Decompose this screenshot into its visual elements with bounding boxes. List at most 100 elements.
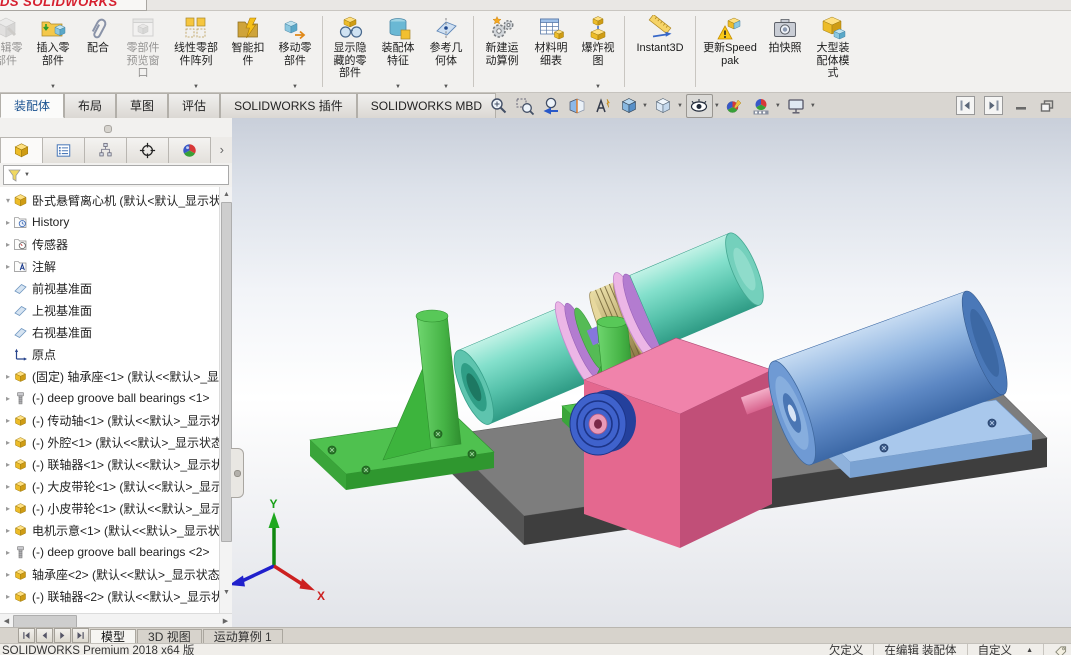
expand-arrow[interactable]: ▸: [3, 548, 13, 557]
display-manager-tab[interactable]: [169, 137, 211, 164]
display-style-dropdown[interactable]: ▼: [677, 103, 683, 109]
property-manager-tab[interactable]: [43, 137, 85, 164]
insert-component-button[interactable]: 插入零部件 ▼: [30, 11, 76, 92]
tab-evaluate[interactable]: 评估: [168, 93, 221, 118]
panel-splitter-handle[interactable]: [231, 448, 244, 498]
show-hidden-components-button[interactable]: 显示隐藏的零部件: [327, 11, 373, 92]
tree-item-component[interactable]: ▸ (-) deep groove ball bearings <2>: [0, 541, 219, 563]
tree-item-component[interactable]: ▸ (-) 大皮带轮<1> (默认<<默认>_显示状态: [0, 475, 219, 497]
tab-sketch[interactable]: 草图: [116, 93, 169, 118]
configuration-manager-tab[interactable]: [85, 137, 127, 164]
featuremanager-tree-tab[interactable]: [0, 137, 43, 164]
scroll-right-arrow[interactable]: ▶: [219, 615, 232, 628]
edit-appearance-button[interactable]: [723, 95, 748, 117]
expand-arrow[interactable]: ▸: [3, 592, 13, 601]
move-component-button[interactable]: 移动零部件 ▼: [272, 11, 318, 92]
previous-view-button[interactable]: [538, 95, 563, 117]
assembly-features-button[interactable]: 装配体特征 ▼: [375, 11, 421, 92]
tree-item-origin[interactable]: 原点: [0, 343, 219, 365]
custom-status-label[interactable]: 自定义: [978, 644, 1013, 655]
panel-splitter-dot[interactable]: [104, 125, 112, 133]
display-style-button[interactable]: [651, 95, 676, 117]
tree-item-component[interactable]: ▸ (-) 外腔<1> (默认<<默认>_显示状态: [0, 431, 219, 453]
smart-fasteners-button[interactable]: 智能扣件: [226, 11, 270, 92]
new-motion-study-button[interactable]: 新建运动算例: [478, 11, 526, 92]
tab-layout[interactable]: 布局: [64, 93, 117, 118]
tree-root-assembly[interactable]: ▾ 卧式悬臂离心机 (默认<默认_显示状态: [0, 189, 219, 211]
linear-pattern-button[interactable]: 线性零部件阵列 ▼: [168, 11, 224, 92]
view-orientation-button[interactable]: [616, 95, 641, 117]
take-snapshot-button[interactable]: 拍快照: [762, 11, 808, 92]
zoom-area-button[interactable]: [512, 95, 537, 117]
hide-show-items-button[interactable]: [685, 94, 713, 118]
tab-assembly[interactable]: 装配体: [0, 93, 65, 118]
update-speedpak-button[interactable]: 更新Speedpak: [700, 11, 760, 92]
previous-tab-button[interactable]: [36, 628, 53, 643]
tree-item-component[interactable]: ▸ 电机示意<1> (默认<<默认>_显示状态: [0, 519, 219, 541]
tree-item-sensors[interactable]: ▸ 传感器: [0, 233, 219, 255]
tree-filter-input[interactable]: ▼: [3, 165, 229, 185]
graphics-viewport[interactable]: Y Z X: [220, 118, 1071, 627]
motion-study-tab[interactable]: 运动算例 1: [202, 629, 283, 644]
filter-dropdown-arrow[interactable]: ▼: [24, 172, 30, 178]
tree-horizontal-scrollbar[interactable]: ◀ ▶: [0, 613, 232, 628]
expand-arrow[interactable]: ▸: [3, 526, 13, 535]
tree-item-component[interactable]: ▸ (-) 小皮带轮<1> (默认<<默认>_显示状态: [0, 497, 219, 519]
dropdown-arrow[interactable]: ▼: [595, 84, 601, 92]
dropdown-arrow[interactable]: ▼: [193, 84, 199, 92]
hide-show-items-dropdown[interactable]: ▼: [714, 103, 720, 109]
apply-scene-button[interactable]: [749, 95, 774, 117]
tree-item-component[interactable]: ▸ (-) 传动轴<1> (默认<<默认>_显示状态: [0, 409, 219, 431]
collapse-left-button[interactable]: [956, 96, 975, 115]
model-tab[interactable]: 模型: [90, 629, 137, 644]
annotation-visibility-button[interactable]: [590, 95, 615, 117]
expand-arrow[interactable]: ▸: [3, 218, 13, 227]
expand-arrow[interactable]: ▾: [3, 196, 13, 205]
instant3d-button[interactable]: Instant3D: [629, 11, 691, 92]
view-settings-button[interactable]: [784, 95, 809, 117]
restore-button[interactable]: [1038, 97, 1055, 114]
view-orientation-dropdown[interactable]: ▼: [642, 103, 648, 109]
expand-arrow[interactable]: ▸: [3, 438, 13, 447]
tab-solidworks-addins[interactable]: SOLIDWORKS 插件: [220, 93, 357, 118]
panel-flyout-arrow[interactable]: ›: [212, 137, 232, 163]
expand-arrow[interactable]: ▸: [3, 240, 13, 249]
assembly-model[interactable]: Y Z X: [220, 118, 1071, 627]
tree-vertical-scrollbar[interactable]: ▲ ▼: [219, 187, 233, 613]
mate-button[interactable]: 配合: [78, 11, 118, 92]
tree-item-top-plane[interactable]: 上视基准面: [0, 299, 219, 321]
dropdown-arrow[interactable]: ▼: [443, 84, 449, 92]
large-assembly-mode-button[interactable]: 大型装配体模式: [810, 11, 856, 92]
horizontal-scroll-thumb[interactable]: [13, 614, 77, 628]
tree-item-component[interactable]: ▸ (固定) 轴承座<1> (默认<<默认>_显示状态: [0, 365, 219, 387]
dimxpert-manager-tab[interactable]: [127, 137, 169, 164]
next-tab-button[interactable]: [54, 628, 71, 643]
section-view-button[interactable]: [564, 95, 589, 117]
zoom-fit-button[interactable]: [486, 95, 511, 117]
first-tab-button[interactable]: [18, 628, 35, 643]
tag-icon[interactable]: [1054, 645, 1067, 655]
last-tab-button[interactable]: [72, 628, 89, 643]
tree-item-component[interactable]: ▸ (-) deep groove ball bearings <1>: [0, 387, 219, 409]
tree-item-component[interactable]: ▸ 轴承座<2> (默认<<默认>_显示状态: [0, 563, 219, 585]
tree-item-component[interactable]: ▸ (-) 联轴器<2> (默认<<默认>_显示状态: [0, 585, 219, 607]
tree-item-right-plane[interactable]: 右视基准面: [0, 321, 219, 343]
tree-item-annotations[interactable]: ▸ 注解: [0, 255, 219, 277]
minimize-button[interactable]: [1012, 97, 1029, 114]
apply-scene-dropdown[interactable]: ▼: [775, 103, 781, 109]
view-settings-dropdown[interactable]: ▼: [810, 103, 816, 109]
3d-views-tab[interactable]: 3D 视图: [137, 629, 202, 644]
custom-status-dropdown[interactable]: ▲: [1026, 644, 1033, 655]
tree-item-component[interactable]: ▸ (-) 联轴器<1> (默认<<默认>_显示状态: [0, 453, 219, 475]
scroll-left-arrow[interactable]: ◀: [0, 615, 13, 628]
expand-arrow[interactable]: ▸: [3, 504, 13, 513]
collapse-right-button[interactable]: [984, 96, 1003, 115]
expand-arrow[interactable]: ▸: [3, 262, 13, 271]
dropdown-arrow[interactable]: ▼: [395, 84, 401, 92]
exploded-view-button[interactable]: 爆炸视图 ▼: [576, 11, 620, 92]
tree-item-front-plane[interactable]: 前视基准面: [0, 277, 219, 299]
expand-arrow[interactable]: ▸: [3, 372, 13, 381]
tab-solidworks-mbd[interactable]: SOLIDWORKS MBD: [356, 93, 497, 118]
dropdown-arrow[interactable]: ▼: [50, 84, 56, 92]
expand-arrow[interactable]: ▸: [3, 394, 13, 403]
